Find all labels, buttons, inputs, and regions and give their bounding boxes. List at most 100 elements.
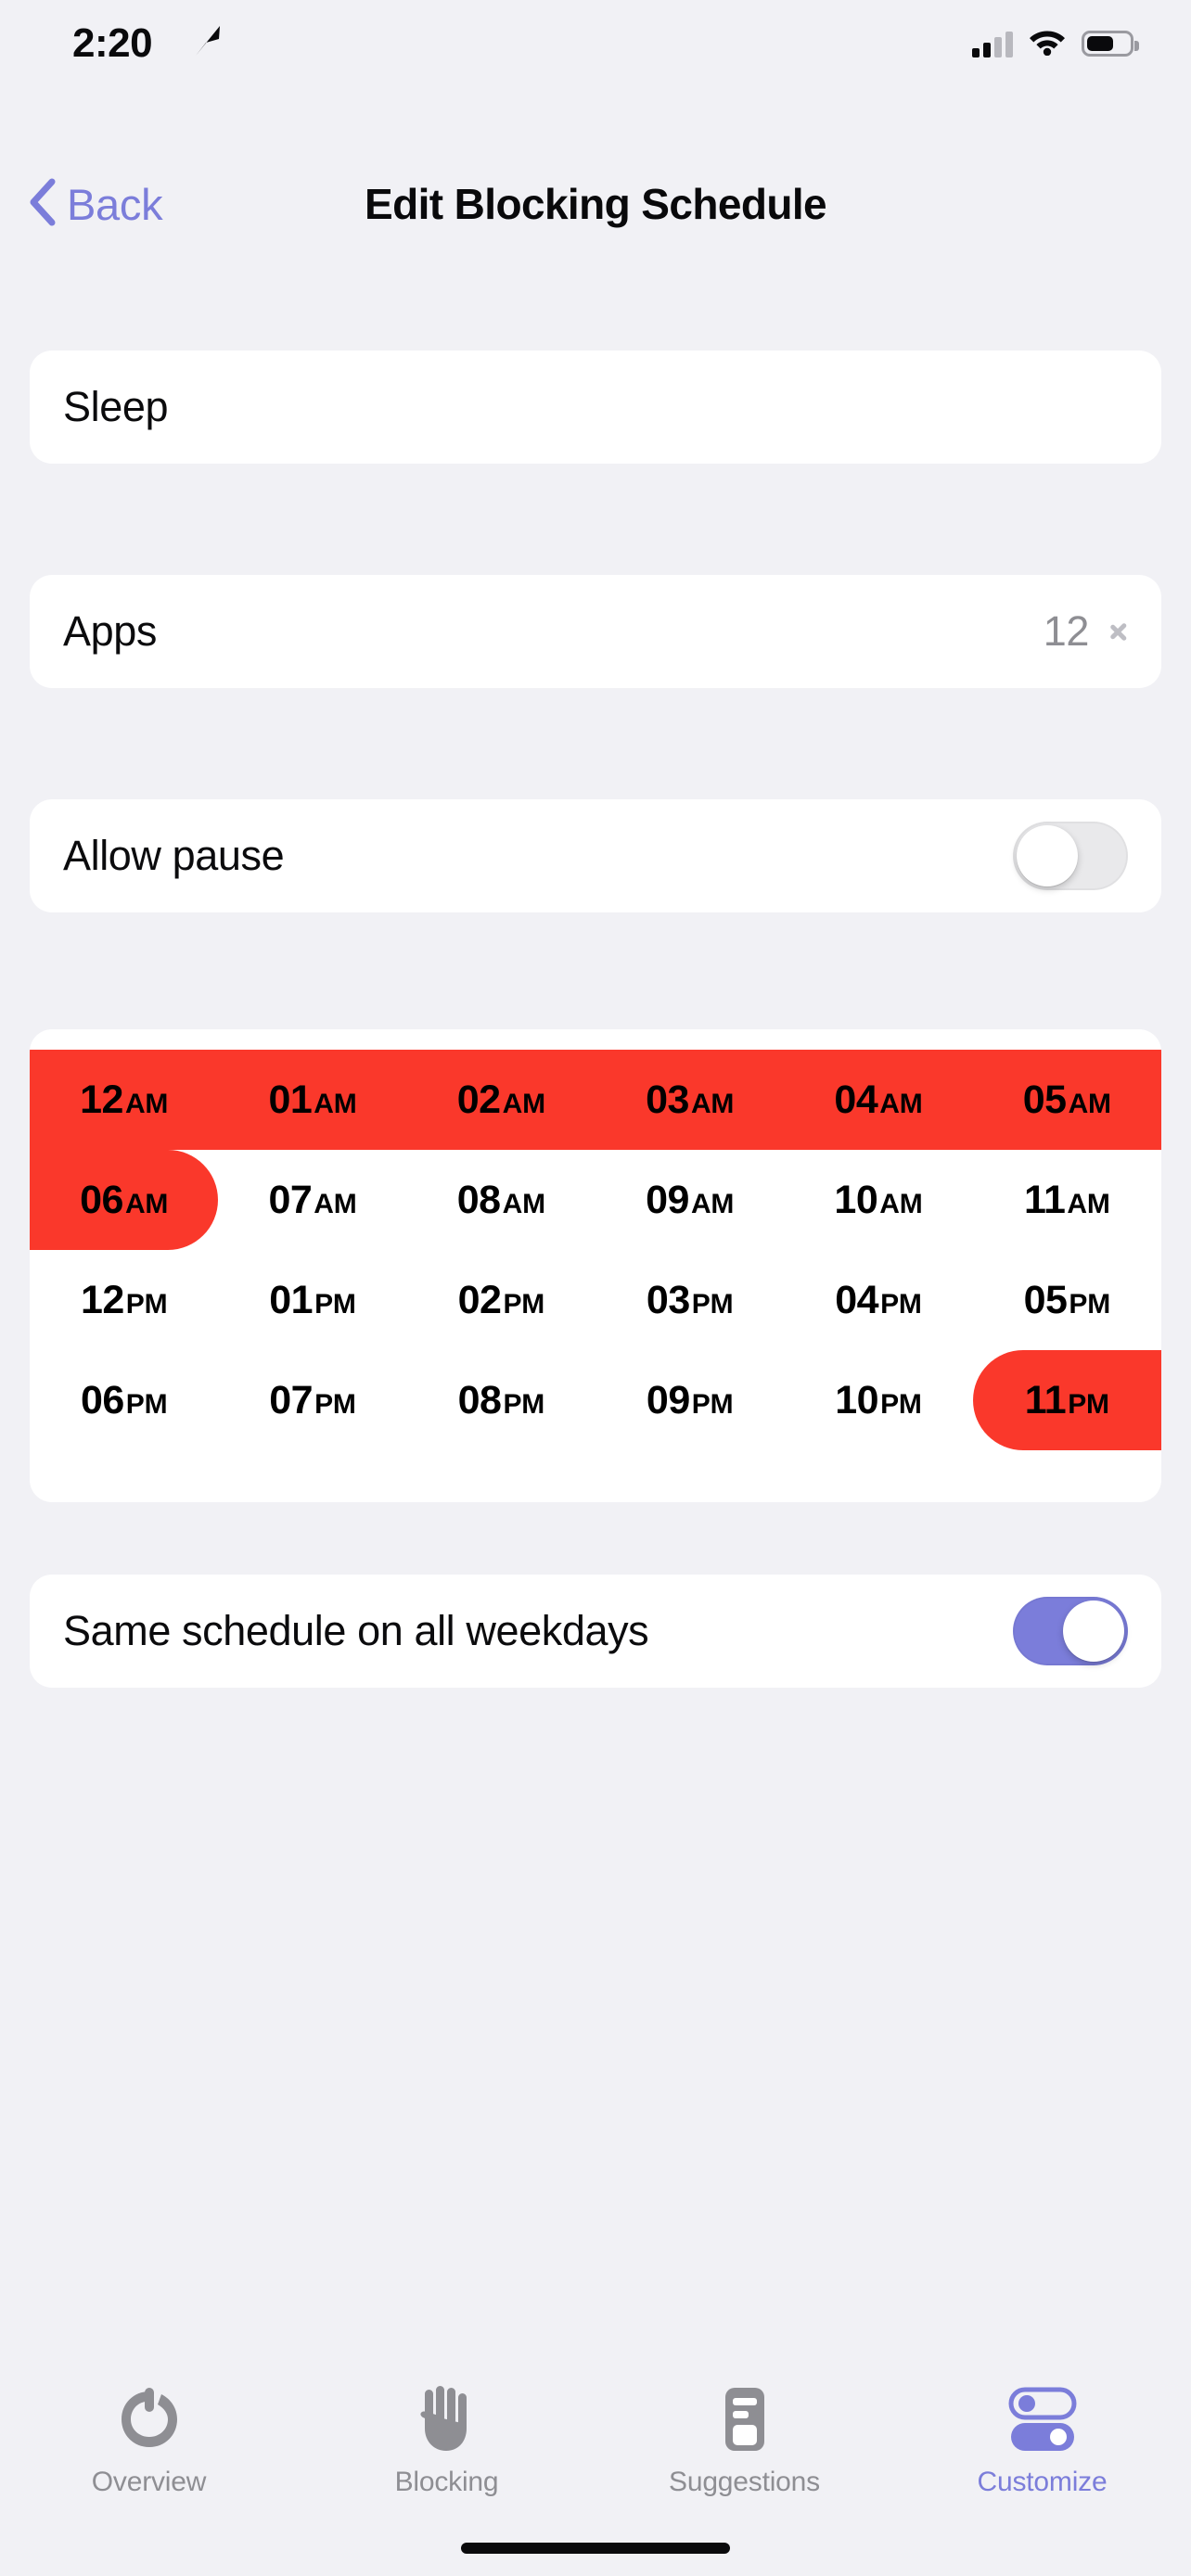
hour-cell-hour: 03 xyxy=(646,1077,689,1122)
hour-cell-hour: 01 xyxy=(269,1277,314,1322)
hour-cell-hour: 02 xyxy=(457,1277,502,1322)
hour-cell-hour: 10 xyxy=(835,1377,879,1422)
navigation-bar: Edit Blocking Schedule Back xyxy=(0,162,1191,246)
hour-cell[interactable]: 02 PM xyxy=(407,1278,596,1323)
hour-cell-period: AM xyxy=(690,1088,735,1119)
hour-cell[interactable]: 02 AM xyxy=(407,1078,596,1123)
hour-cell[interactable]: 05 AM xyxy=(973,1078,1161,1123)
battery-icon xyxy=(1082,30,1139,57)
hour-cell-hour: 11 xyxy=(1023,1177,1066,1222)
same-schedule-label: Same schedule on all weekdays xyxy=(63,1607,649,1654)
hour-cell-period: PM xyxy=(880,1388,922,1420)
hour-cell[interactable]: 06 AM xyxy=(30,1178,218,1223)
hour-cell-hour: 02 xyxy=(456,1077,501,1122)
hour-cell-period: AM xyxy=(124,1188,169,1219)
hour-cell-period: PM xyxy=(503,1388,545,1420)
allow-pause-label: Allow pause xyxy=(63,832,285,879)
chevron-left-icon xyxy=(28,178,56,231)
hour-cell-hour: 07 xyxy=(269,1377,314,1422)
back-button[interactable]: Back xyxy=(28,162,163,246)
hour-cell-hour: 09 xyxy=(646,1377,690,1422)
apps-row[interactable]: Apps 12 xyxy=(30,575,1161,688)
hour-cell-hour: 03 xyxy=(646,1277,690,1322)
hour-cell[interactable]: 10 PM xyxy=(784,1378,972,1423)
toggle-knob xyxy=(1063,1600,1124,1662)
hour-cell-hour: 10 xyxy=(834,1177,878,1222)
schedule-row: 06 PM 07 PM 08 PM 09 PM 10 PM 11 PM xyxy=(30,1350,1161,1450)
tab-label: Customize xyxy=(977,2467,1108,2497)
same-schedule-toggle[interactable] xyxy=(1013,1597,1128,1665)
hour-cell[interactable]: 10 AM xyxy=(784,1178,972,1223)
hour-cell-period: AM xyxy=(502,1088,545,1119)
hour-cell-period: AM xyxy=(314,1088,357,1119)
tab-label: Suggestions xyxy=(669,2467,820,2497)
hour-cell-period: PM xyxy=(125,1388,168,1420)
hour-cell-hour: 04 xyxy=(835,1277,879,1322)
hour-cell-period: PM xyxy=(1068,1388,1109,1420)
app-screen: 2:20 Edit Blocking Schedule Back Sleep A… xyxy=(0,0,1191,2576)
status-bar-time: 2:20 xyxy=(72,20,153,66)
hour-cell-period: PM xyxy=(880,1288,922,1320)
tab-blocking[interactable]: Blocking xyxy=(298,2385,596,2498)
tab-overview[interactable]: Overview xyxy=(0,2385,298,2498)
tab-customize[interactable]: Customize xyxy=(893,2385,1191,2498)
hour-cell-hour: 09 xyxy=(646,1177,689,1222)
hand-stop-icon xyxy=(418,2385,476,2454)
back-button-label: Back xyxy=(67,179,163,229)
hour-cell[interactable]: 08 AM xyxy=(407,1178,596,1223)
hour-cell[interactable]: 07 PM xyxy=(218,1378,406,1423)
hour-cell-hour: 05 xyxy=(1022,1077,1067,1122)
schedule-grid-card: 12 AM 01 AM 02 AM 03 AM 04 AM 05 AM 06 AM 07 AM 08 AM 09 AM… xyxy=(30,1029,1161,1502)
tab-label: Overview xyxy=(91,2467,207,2497)
hour-cell-period: PM xyxy=(503,1288,545,1320)
cellular-signal-icon xyxy=(972,30,1013,57)
hour-cell-period: PM xyxy=(314,1388,356,1420)
gauge-power-icon xyxy=(118,2385,181,2454)
card-list-icon xyxy=(720,2385,770,2454)
hour-cell[interactable]: 12 PM xyxy=(30,1278,218,1323)
hour-cell[interactable]: 04 PM xyxy=(784,1278,972,1323)
schedule-grid: 12 AM 01 AM 02 AM 03 AM 04 AM 05 AM 06 AM 07 AM 08 AM 09 AM… xyxy=(30,1029,1161,1450)
status-bar: 2:20 xyxy=(0,0,1191,96)
hour-cell-hour: 12 xyxy=(80,1277,124,1322)
tab-suggestions[interactable]: Suggestions xyxy=(596,2385,893,2498)
hour-cell-hour: 04 xyxy=(834,1077,878,1122)
wifi-icon xyxy=(1028,26,1067,60)
hour-cell-period: PM xyxy=(691,1388,734,1420)
hour-cell-period: AM xyxy=(124,1088,169,1119)
tab-label: Blocking xyxy=(394,2467,499,2497)
hour-cell-period: AM xyxy=(879,1088,923,1119)
hour-cell-hour: 06 xyxy=(80,1177,123,1222)
page-title: Edit Blocking Schedule xyxy=(365,180,827,228)
hour-cell[interactable]: 09 PM xyxy=(596,1378,784,1423)
hour-cell[interactable]: 07 AM xyxy=(218,1178,406,1223)
schedule-name-input[interactable] xyxy=(63,383,1128,431)
allow-pause-toggle[interactable] xyxy=(1013,822,1128,890)
hour-cell[interactable]: 11 PM xyxy=(973,1378,1161,1423)
hour-cell[interactable]: 01 AM xyxy=(218,1078,406,1123)
same-schedule-weekdays-row: Same schedule on all weekdays xyxy=(30,1575,1161,1688)
hour-cell[interactable]: 09 AM xyxy=(596,1178,784,1223)
status-bar-indicators xyxy=(972,26,1139,60)
hour-cell-period: AM xyxy=(314,1188,357,1219)
hour-cell-period: PM xyxy=(314,1288,356,1320)
hour-cell-period: PM xyxy=(1069,1288,1111,1320)
hour-cell[interactable]: 12 AM xyxy=(30,1078,218,1123)
hour-cell[interactable]: 11 AM xyxy=(973,1178,1161,1223)
hour-cell[interactable]: 06 PM xyxy=(30,1378,218,1423)
hour-cell[interactable]: 03 AM xyxy=(596,1078,784,1123)
hour-cell-hour: 11 xyxy=(1024,1377,1067,1422)
hour-cell-period: PM xyxy=(125,1288,168,1320)
hour-cell[interactable]: 04 AM xyxy=(784,1078,972,1123)
hour-cell[interactable]: 05 PM xyxy=(973,1278,1161,1323)
apps-row-label: Apps xyxy=(63,607,157,655)
toggles-sliders-icon xyxy=(1007,2385,1078,2454)
hour-cell[interactable]: 03 PM xyxy=(596,1278,784,1323)
hour-cell[interactable]: 08 PM xyxy=(407,1378,596,1423)
hour-cell[interactable]: 01 PM xyxy=(218,1278,406,1323)
hour-cell-hour: 12 xyxy=(80,1077,123,1122)
schedule-row: 06 AM 07 AM 08 AM 09 AM 10 AM 11 AM xyxy=(30,1150,1161,1250)
hour-cell-period: PM xyxy=(691,1288,734,1320)
hour-cell-period: AM xyxy=(1067,1188,1110,1219)
chevron-right-icon xyxy=(1109,616,1128,647)
